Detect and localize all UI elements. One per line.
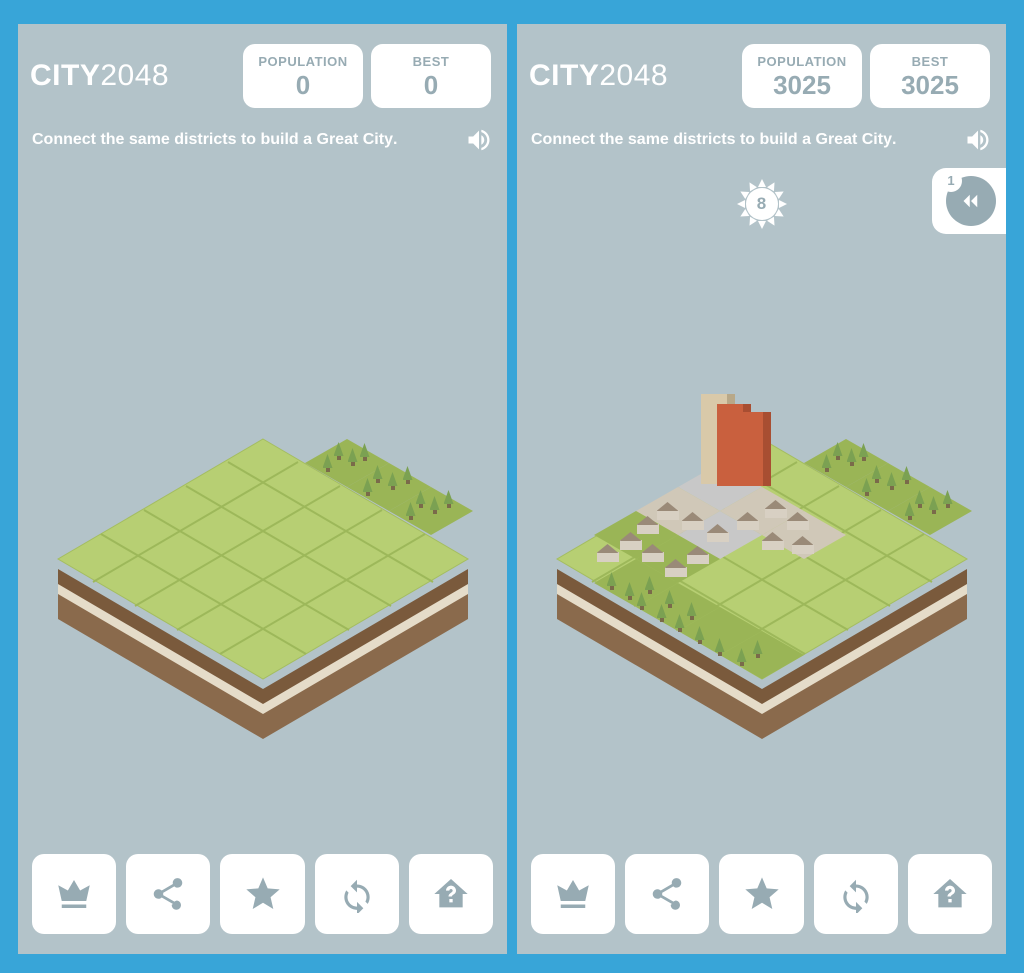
restart-button[interactable] — [315, 854, 399, 934]
tagline-pre: Connect the same districts to build a — [32, 131, 317, 148]
population-box: POPULATION 3025 — [742, 44, 862, 108]
game-screen-left: CITY2048 POPULATION 0 BEST 0 Connect the… — [18, 24, 507, 954]
help-home-icon — [930, 874, 970, 914]
sound-icon — [964, 126, 992, 154]
logo-text-bold: CITY — [529, 59, 599, 92]
share-button[interactable] — [126, 854, 210, 934]
top-bar: CITY2048 POPULATION 3025 BEST 3025 — [517, 24, 1006, 118]
tagline-post: . — [393, 131, 397, 148]
rate-button[interactable] — [220, 854, 304, 934]
sun-value: 8 — [757, 194, 766, 214]
help-home-icon — [431, 874, 471, 914]
iso-board — [537, 404, 987, 744]
iso-board — [38, 404, 488, 744]
restart-button[interactable] — [814, 854, 898, 934]
tagline-row: Connect the same districts to build a Gr… — [18, 118, 507, 154]
logo-text-num: 2048 — [100, 59, 169, 92]
sound-button[interactable] — [465, 126, 493, 154]
logo-text-bold: CITY — [30, 59, 100, 92]
star-icon — [742, 874, 782, 914]
best-box: BEST 0 — [371, 44, 491, 108]
board-svg — [38, 404, 488, 744]
tagline-text: Connect the same districts to build a Gr… — [531, 131, 896, 149]
tagline-row: Connect the same districts to build a Gr… — [517, 118, 1006, 154]
tagline-post: . — [892, 131, 896, 148]
best-value: 3025 — [884, 71, 976, 100]
leaderboard-button[interactable] — [32, 854, 116, 934]
population-value: 3025 — [756, 71, 848, 100]
best-label: BEST — [385, 54, 477, 69]
rate-button[interactable] — [719, 854, 803, 934]
best-label: BEST — [884, 54, 976, 69]
population-value: 0 — [257, 71, 349, 100]
crown-icon — [53, 873, 95, 915]
sound-icon — [465, 126, 493, 154]
share-button[interactable] — [625, 854, 709, 934]
tagline-pre: Connect the same districts to build a — [531, 131, 816, 148]
refresh-icon — [837, 875, 875, 913]
undo-icon — [956, 186, 986, 216]
best-box: BEST 3025 — [870, 44, 990, 108]
tagline-strong: Great City — [816, 131, 892, 148]
leaderboard-button[interactable] — [531, 854, 615, 934]
population-label: POPULATION — [257, 54, 349, 69]
undo-count: 1 — [940, 170, 962, 192]
best-value: 0 — [385, 71, 477, 100]
star-icon — [243, 874, 283, 914]
sun-powerup[interactable]: 8 — [736, 178, 788, 230]
share-icon — [149, 875, 187, 913]
population-label: POPULATION — [756, 54, 848, 69]
help-button[interactable] — [409, 854, 493, 934]
help-button[interactable] — [908, 854, 992, 934]
undo-circle: 1 — [946, 176, 996, 226]
powerups-row: 8 1 — [517, 154, 1006, 234]
share-icon — [648, 875, 686, 913]
game-board-area[interactable] — [517, 364, 1006, 784]
tagline-text: Connect the same districts to build a Gr… — [32, 131, 397, 149]
refresh-icon — [338, 875, 376, 913]
game-logo: CITY2048 — [30, 59, 235, 93]
top-bar: CITY2048 POPULATION 0 BEST 0 — [18, 24, 507, 118]
game-board-area[interactable] — [18, 364, 507, 784]
bottom-toolbar — [517, 854, 1006, 934]
population-box: POPULATION 0 — [243, 44, 363, 108]
crown-icon — [552, 873, 594, 915]
tagline-strong: Great City — [317, 131, 393, 148]
game-logo: CITY2048 — [529, 59, 734, 93]
sound-button[interactable] — [964, 126, 992, 154]
undo-powerup[interactable]: 1 — [932, 168, 1006, 234]
game-screen-right: CITY2048 POPULATION 3025 BEST 3025 Conne… — [517, 24, 1006, 954]
bottom-toolbar — [18, 854, 507, 934]
logo-text-num: 2048 — [599, 59, 668, 92]
